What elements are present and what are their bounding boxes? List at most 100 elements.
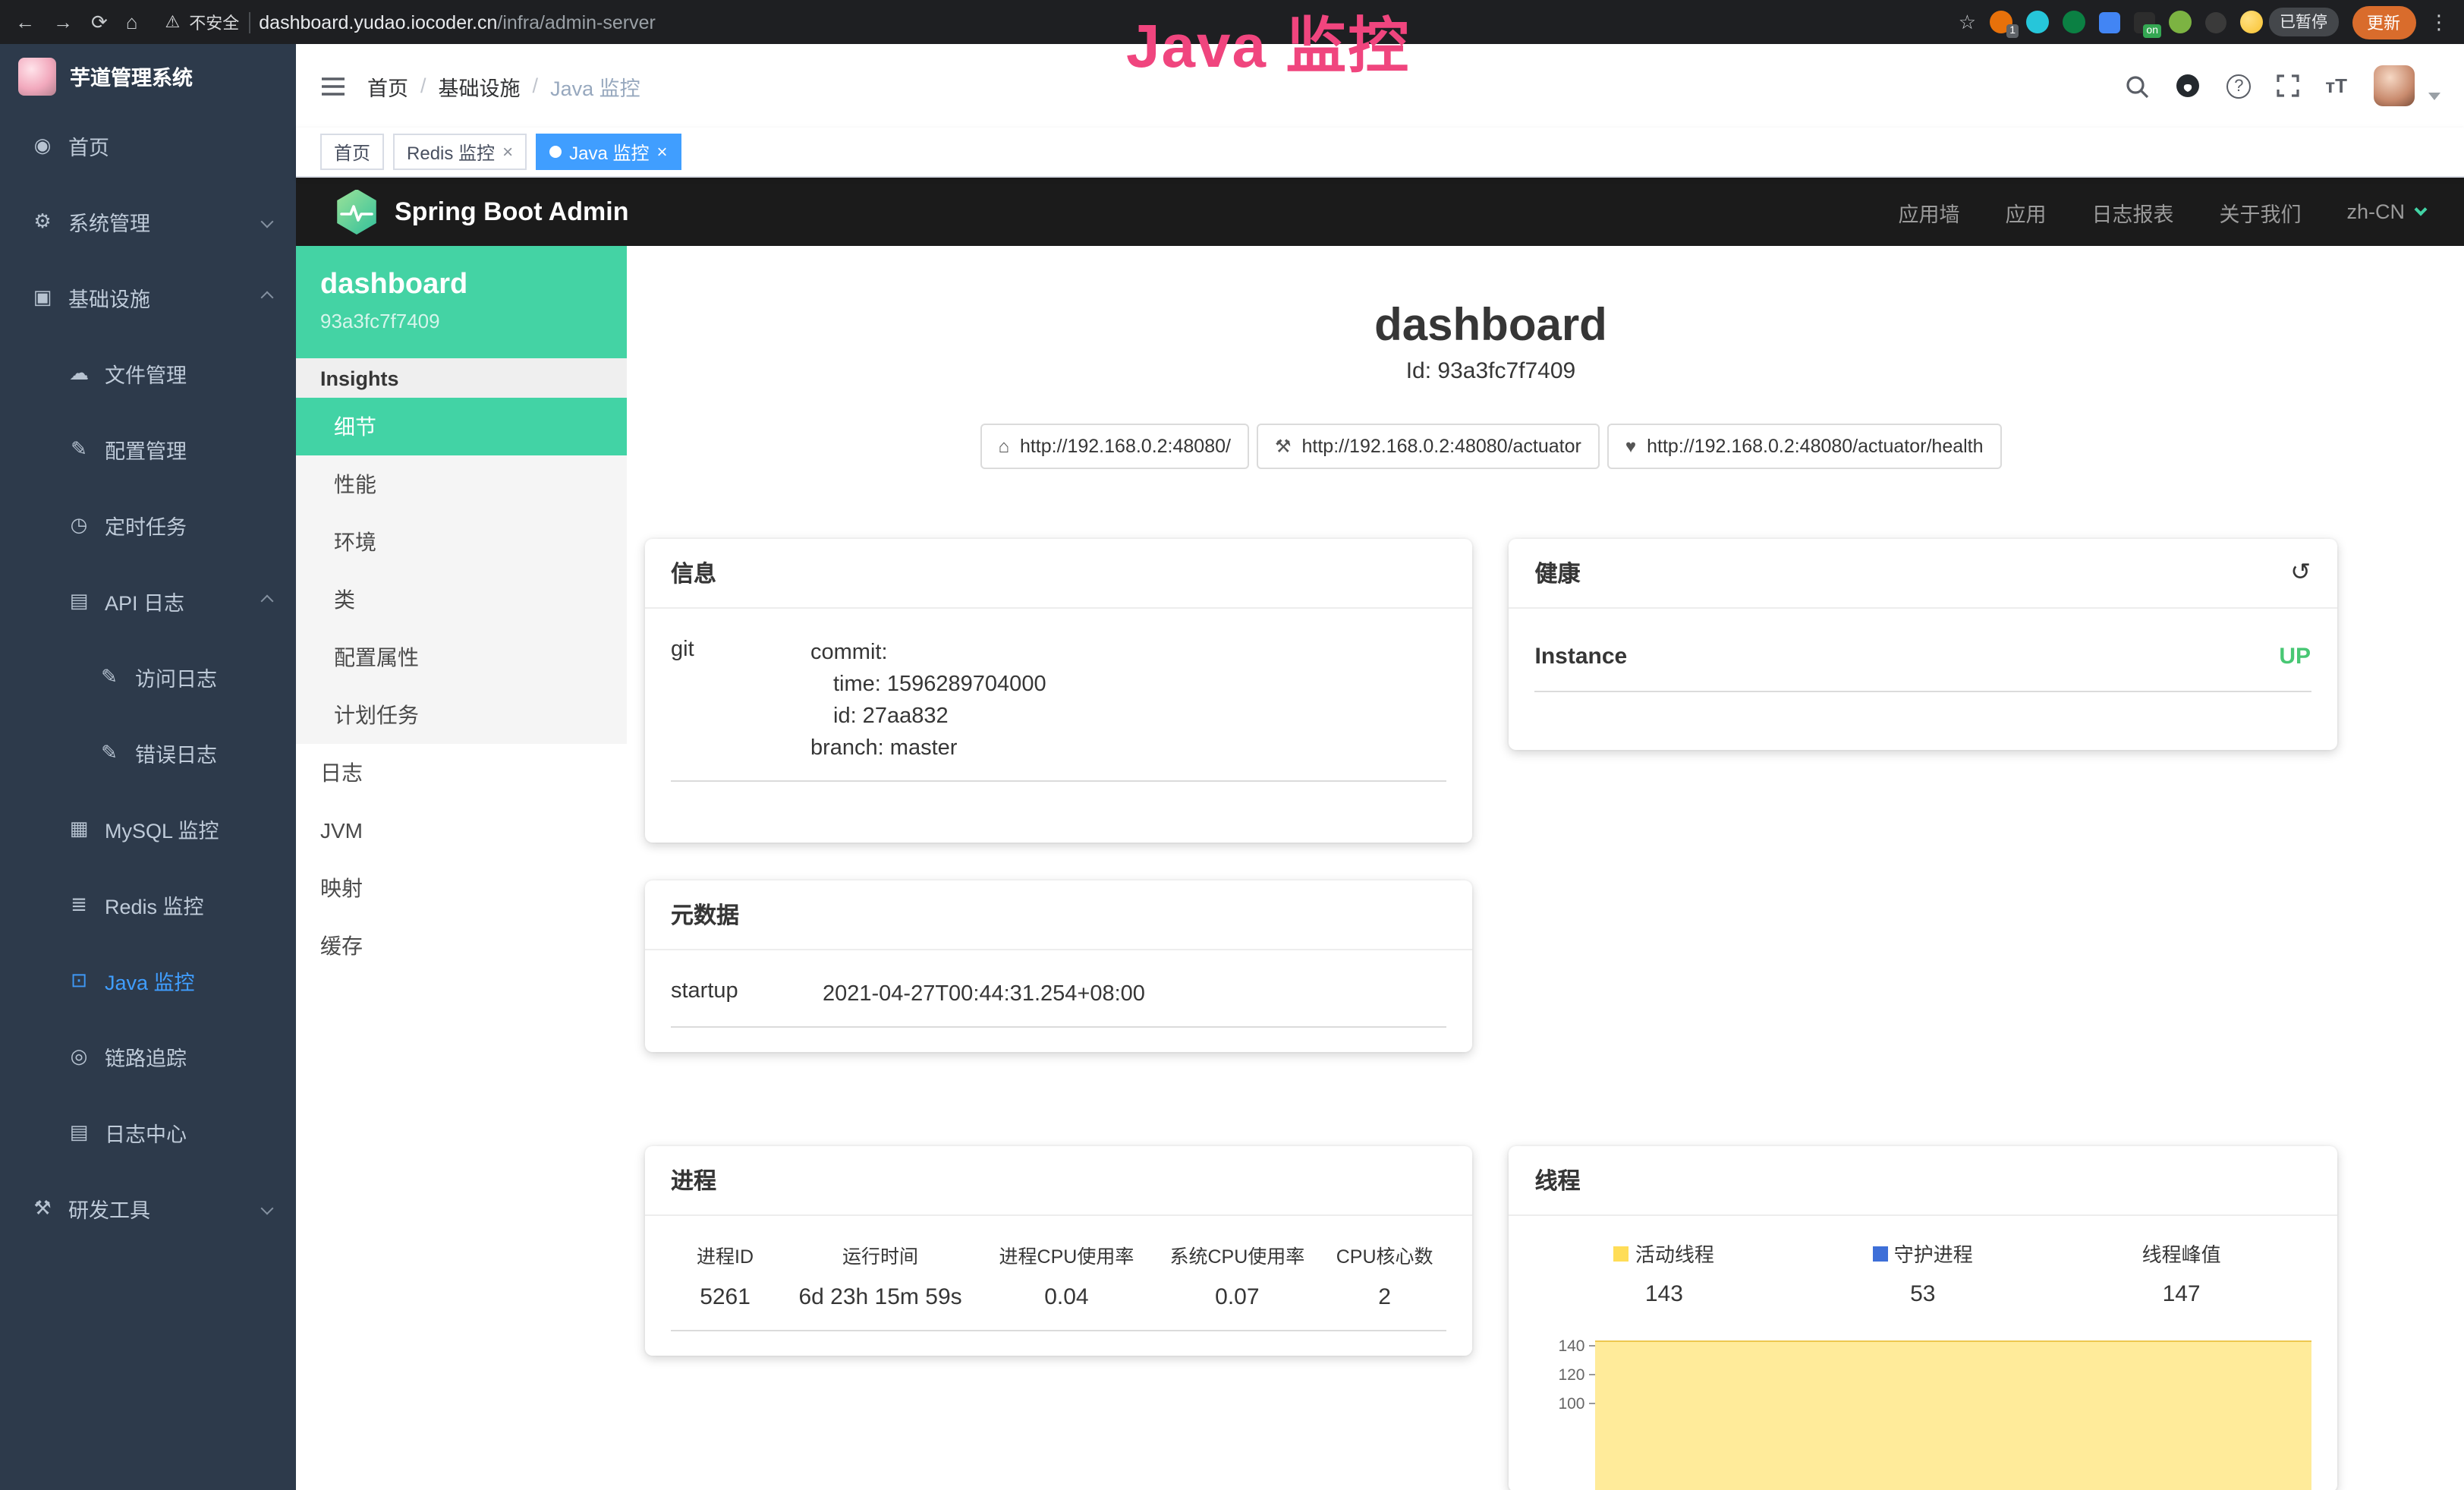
threads-chart-yaxis: 140 120 100 <box>1535 1331 1596 1468</box>
sba-nav-journal[interactable]: 日志报表 <box>2091 197 2173 227</box>
ytick-140: 140 <box>1535 1331 1596 1360</box>
sidebar-item-home[interactable]: ◉ 首页 <box>0 108 296 184</box>
tab-label: Redis 监控 <box>407 139 495 165</box>
address-bar[interactable]: ⚠ 不安全 dashboard.yudao.iocoder.cn/infra/a… <box>165 10 656 34</box>
sba-item-details[interactable]: 细节 <box>296 398 627 455</box>
tab-redis-monitor[interactable]: Redis 监控 × <box>393 134 527 170</box>
git-branch-line: branch: master <box>810 733 1046 765</box>
process-value-syscpu: 0.07 <box>1152 1284 1323 1310</box>
close-icon[interactable]: × <box>656 141 667 162</box>
daemon-threads-label: 守护进程 <box>1894 1239 1973 1268</box>
url-path[interactable]: /infra/admin-server <box>497 11 655 33</box>
actuator-url-label: http://192.168.0.2:48080/actuator <box>1302 436 1581 457</box>
active-threads-area <box>1596 1340 2311 1490</box>
help-icon[interactable]: ? <box>2226 74 2251 98</box>
sba-brand[interactable]: Spring Boot Admin <box>335 189 629 235</box>
sba-nav-about[interactable]: 关于我们 <box>2219 197 2301 227</box>
sidebar-item-label: 日志中心 <box>105 1117 187 1148</box>
extension-icon-dark-on[interactable]: on <box>2134 11 2155 33</box>
sba-item-metrics[interactable]: 性能 <box>296 455 627 513</box>
sidebar-item-access-log[interactable]: ✎ 访问日志 <box>0 639 296 715</box>
fullscreen-icon[interactable] <box>2277 74 2299 97</box>
sba-item-caches[interactable]: 缓存 <box>296 917 627 975</box>
instance-url-button[interactable]: ⌂ http://192.168.0.2:48080/ <box>980 424 1249 469</box>
sidebar-item-label: 链路追踪 <box>105 1041 187 1072</box>
ytick-120: 120 <box>1535 1360 1596 1389</box>
history-icon[interactable]: ↺ <box>2290 561 2311 585</box>
tab-java-monitor[interactable]: Java 监控 × <box>536 134 681 170</box>
sba-item-jvm[interactable]: JVM <box>296 802 627 859</box>
sidebar-item-infra[interactable]: ▣ 基础设施 <box>0 260 296 335</box>
sidebar-item-dev-tools[interactable]: ⚒ 研发工具 <box>0 1170 296 1246</box>
sba-item-scheduled-tasks[interactable]: 计划任务 <box>296 686 627 744</box>
process-value-cores: 2 <box>1323 1284 1447 1310</box>
sba-nav-applications[interactable]: 应用 <box>2005 197 2046 227</box>
instance-id-line: Id: 93a3fc7f7409 <box>645 358 2337 384</box>
browser-menu-icon[interactable]: ⋮ <box>2429 10 2449 34</box>
extension-icon-pin[interactable] <box>2026 11 2049 33</box>
process-header-uptime: 运行时间 <box>779 1240 981 1269</box>
threads-legend: 活动线程 143 守护进程 53 <box>1535 1225 2311 1307</box>
breadcrumb-infra[interactable]: 基础设施 <box>439 71 521 101</box>
extension-icon-blue-grid[interactable] <box>2099 11 2120 33</box>
sba-lang-select[interactable]: zh-CN <box>2346 200 2425 223</box>
sba-item-mappings[interactable]: 映射 <box>296 859 627 917</box>
process-card: 进程 进程ID 运行时间 进程CPU使用率 <box>645 1146 1473 1356</box>
browser-back-icon[interactable]: ← <box>15 11 35 33</box>
sidebar-item-redis[interactable]: ≣ Redis 监控 <box>0 867 296 943</box>
health-url-button[interactable]: ♥ http://192.168.0.2:48080/actuator/heal… <box>1607 424 2002 469</box>
hamburger-icon[interactable] <box>320 75 346 96</box>
active-threads-value: 143 <box>1535 1281 1794 1307</box>
extension-icon-green[interactable] <box>2063 11 2085 33</box>
sba-item-logs[interactable]: 日志 <box>296 744 627 802</box>
actuator-url-button[interactable]: ⚒ http://192.168.0.2:48080/actuator <box>1257 424 1600 469</box>
search-icon[interactable] <box>2125 74 2149 98</box>
chevron-up-icon <box>261 595 274 608</box>
sidebar-item-config[interactable]: ✎ 配置管理 <box>0 411 296 487</box>
log-icon: ▤ <box>67 589 91 613</box>
sba-item-classes[interactable]: 类 <box>296 571 627 628</box>
avatar-caret-icon <box>2428 93 2440 100</box>
bookmark-star-icon[interactable]: ☆ <box>1959 10 1976 34</box>
sidebar-item-mysql[interactable]: ▦ MySQL 监控 <box>0 791 296 867</box>
sba-content: dashboard Id: 93a3fc7f7409 ⌂ http://192.… <box>627 246 2464 1490</box>
sidebar-item-system[interactable]: ⚙ 系统管理 <box>0 184 296 260</box>
font-size-icon[interactable]: ᴛT <box>2325 74 2347 97</box>
github-icon[interactable] <box>2175 73 2201 99</box>
tab-label: Java 监控 <box>569 139 649 165</box>
browser-update-button[interactable]: 更新 <box>2352 5 2415 39</box>
browser-home-icon[interactable]: ⌂ <box>126 11 138 33</box>
spring-boot-admin-frame: Spring Boot Admin 应用墙 应用 日志报表 关于我们 zh-CN <box>296 178 2464 1490</box>
breadcrumb-home[interactable]: 首页 <box>367 71 408 101</box>
process-value-uptime: 6d 23h 15m 59s <box>779 1284 981 1310</box>
browser-reload-icon[interactable]: ⟳ <box>91 10 108 34</box>
extension-icon-orange[interactable]: 1 <box>1990 11 2012 33</box>
sidebar-item-label: 访问日志 <box>135 662 217 692</box>
sidebar-item-java-monitor[interactable]: ⊡ Java 监控 <box>0 943 296 1019</box>
peak-threads-value: 147 <box>2052 1281 2311 1307</box>
extension-icon-paw[interactable] <box>2205 11 2226 33</box>
process-header-cpu: 进程CPU使用率 <box>981 1240 1152 1269</box>
sba-nav-wall[interactable]: 应用墙 <box>1898 197 1959 227</box>
sba-item-environment[interactable]: 环境 <box>296 513 627 571</box>
sba-lang-label: zh-CN <box>2346 200 2405 223</box>
sidebar-item-error-log[interactable]: ✎ 错误日志 <box>0 715 296 791</box>
sidebar-item-log-center[interactable]: ▤ 日志中心 <box>0 1095 296 1170</box>
sba-instance-header[interactable]: dashboard 93a3fc7f7409 <box>296 246 627 358</box>
sba-item-config-props[interactable]: 配置属性 <box>296 628 627 686</box>
close-icon[interactable]: × <box>502 141 513 162</box>
sidebar-item-label: 研发工具 <box>68 1193 150 1224</box>
extension-icon-leaf[interactable] <box>2169 11 2192 33</box>
chevron-up-icon <box>261 291 274 304</box>
sidebar-item-jobs[interactable]: ◷ 定时任务 <box>0 487 296 563</box>
sba-navbar: Spring Boot Admin 应用墙 应用 日志报表 关于我们 zh-CN <box>296 178 2464 246</box>
profile-smiley-icon[interactable] <box>2240 11 2263 33</box>
sidebar-item-trace[interactable]: ◎ 链路追踪 <box>0 1019 296 1095</box>
sidebar-item-files[interactable]: ☁ 文件管理 <box>0 335 296 411</box>
tools-icon: ⚒ <box>30 1196 55 1221</box>
tab-home[interactable]: 首页 <box>320 134 384 170</box>
sidebar-item-api-log[interactable]: ▤ API 日志 <box>0 563 296 639</box>
browser-forward-icon[interactable]: → <box>53 11 73 33</box>
url-host[interactable]: dashboard.yudao.iocoder.cn <box>259 11 497 33</box>
avatar[interactable] <box>2373 65 2414 106</box>
